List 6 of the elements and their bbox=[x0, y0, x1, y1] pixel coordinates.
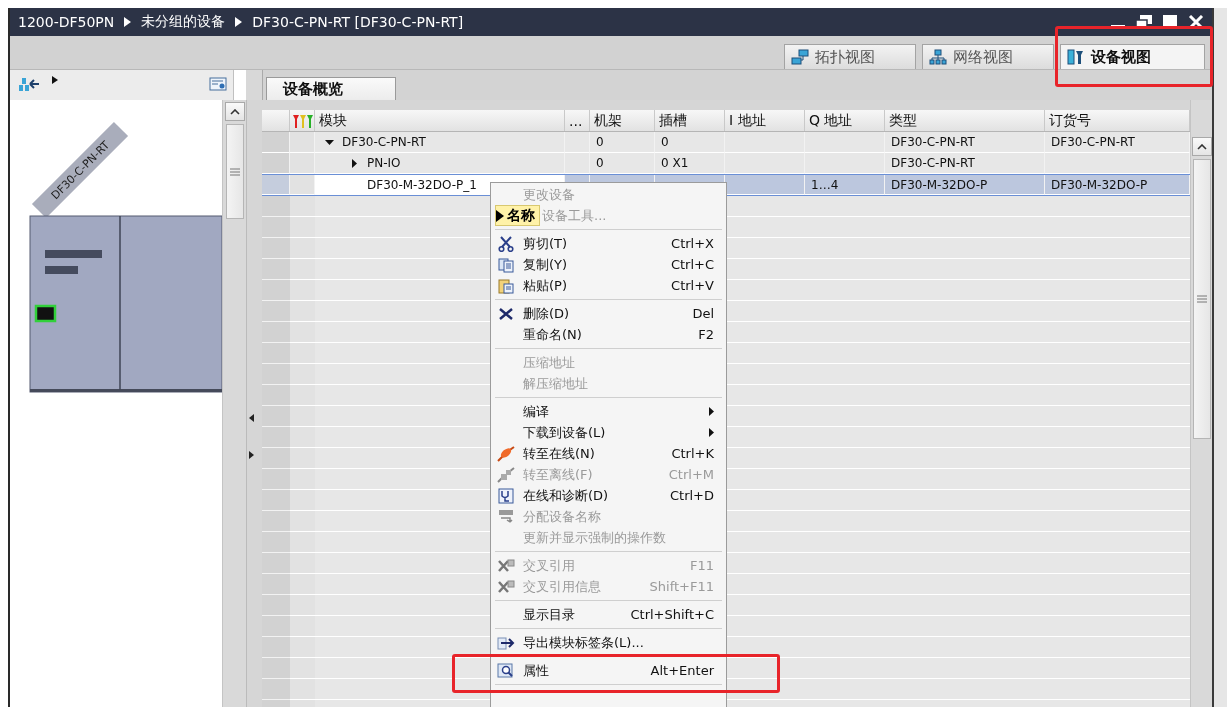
table-cell: 1…4 bbox=[805, 175, 885, 195]
module-name: DF30-M-32DO-P_1 bbox=[367, 177, 477, 192]
module-name: DF30-C-PN-RT bbox=[342, 135, 426, 149]
module-name: PN-IO bbox=[367, 156, 401, 170]
tooltip-text: 名称 bbox=[507, 206, 535, 225]
table-cell: DF30-M-32DO-P bbox=[885, 175, 1045, 195]
